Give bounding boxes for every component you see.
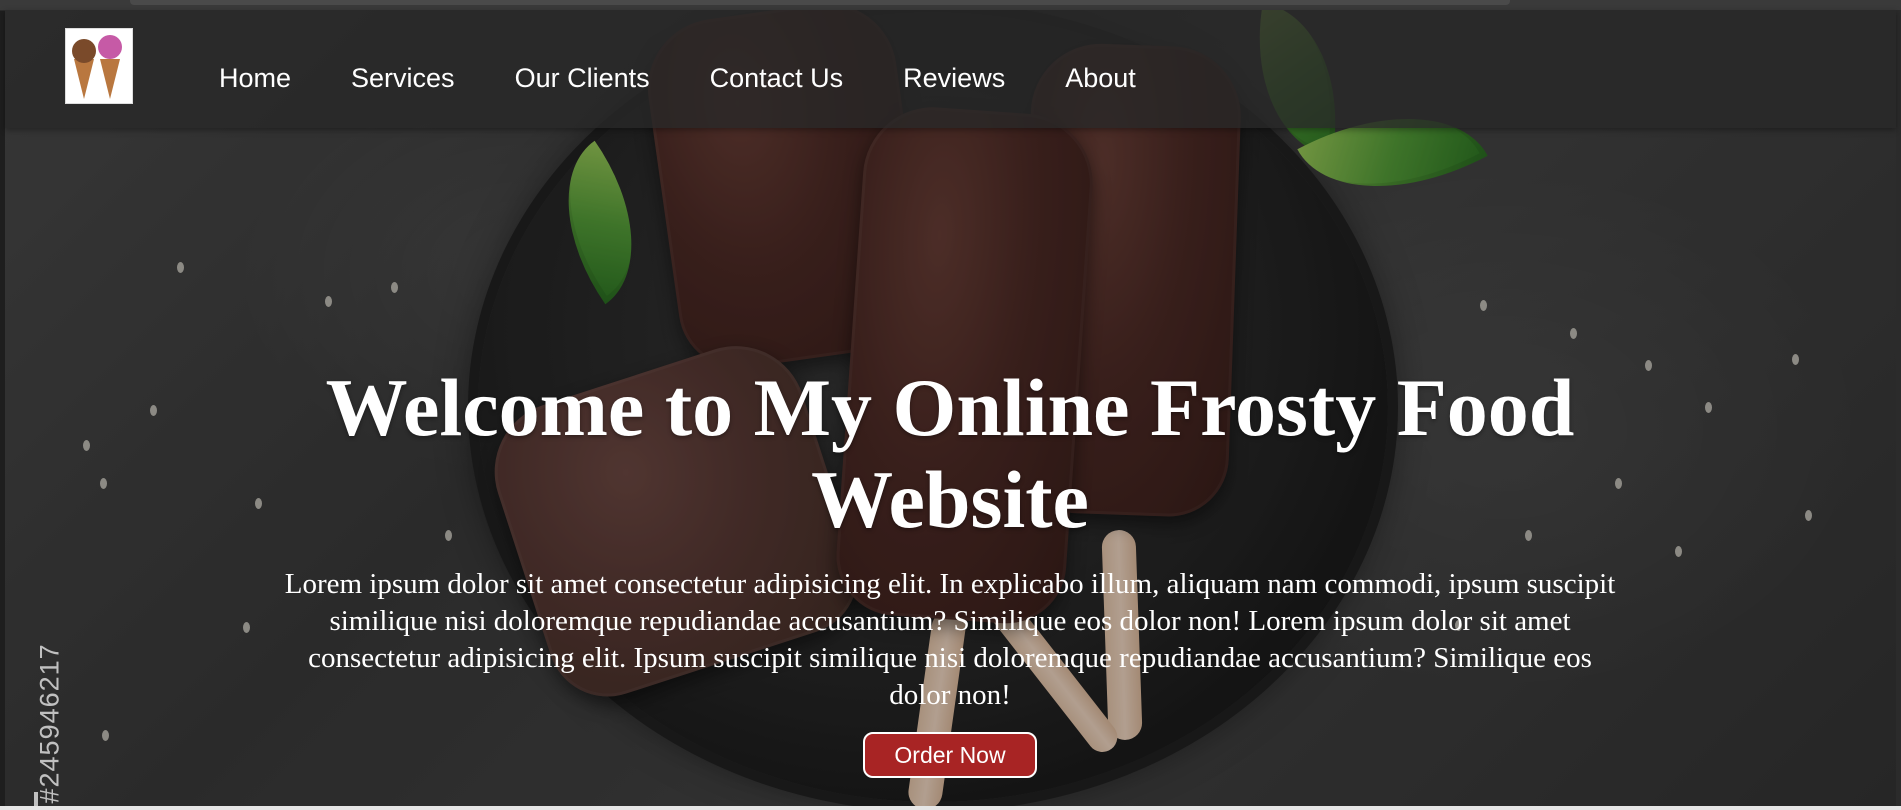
stock-id-text: #245946217 (34, 643, 65, 804)
nav-link-about[interactable]: About (1065, 62, 1136, 94)
navbar: Home Services Our Clients Contact Us Rev… (5, 10, 1896, 128)
hero-description: Lorem ipsum dolor sit amet consectetur a… (284, 568, 1616, 711)
pink-scoop-icon (98, 35, 122, 59)
nav-link-services[interactable]: Services (351, 62, 455, 94)
cone-icon (100, 59, 120, 99)
nav-link-contact-us[interactable]: Contact Us (710, 62, 844, 94)
ice-cream-logo-icon[interactable] (65, 28, 133, 104)
nav-link-reviews[interactable]: Reviews (903, 62, 1005, 94)
nav-links: Home Services Our Clients Contact Us Rev… (219, 62, 1136, 94)
watermark-bar (34, 792, 38, 806)
nav-link-home[interactable]: Home (219, 62, 291, 94)
cone-icon (74, 59, 94, 99)
page: Home Services Our Clients Contact Us Rev… (0, 0, 1901, 810)
hero-title: Welcome to My Online Frosty Food Website (325, 362, 1575, 545)
stock-id-watermark: #245946217 (28, 594, 68, 806)
nav-link-our-clients[interactable]: Our Clients (515, 62, 650, 94)
page-edge (1896, 10, 1901, 806)
order-now-button[interactable]: Order Now (863, 732, 1037, 778)
chocolate-scoop-icon (72, 39, 96, 63)
page-bottom-edge (0, 806, 1901, 810)
